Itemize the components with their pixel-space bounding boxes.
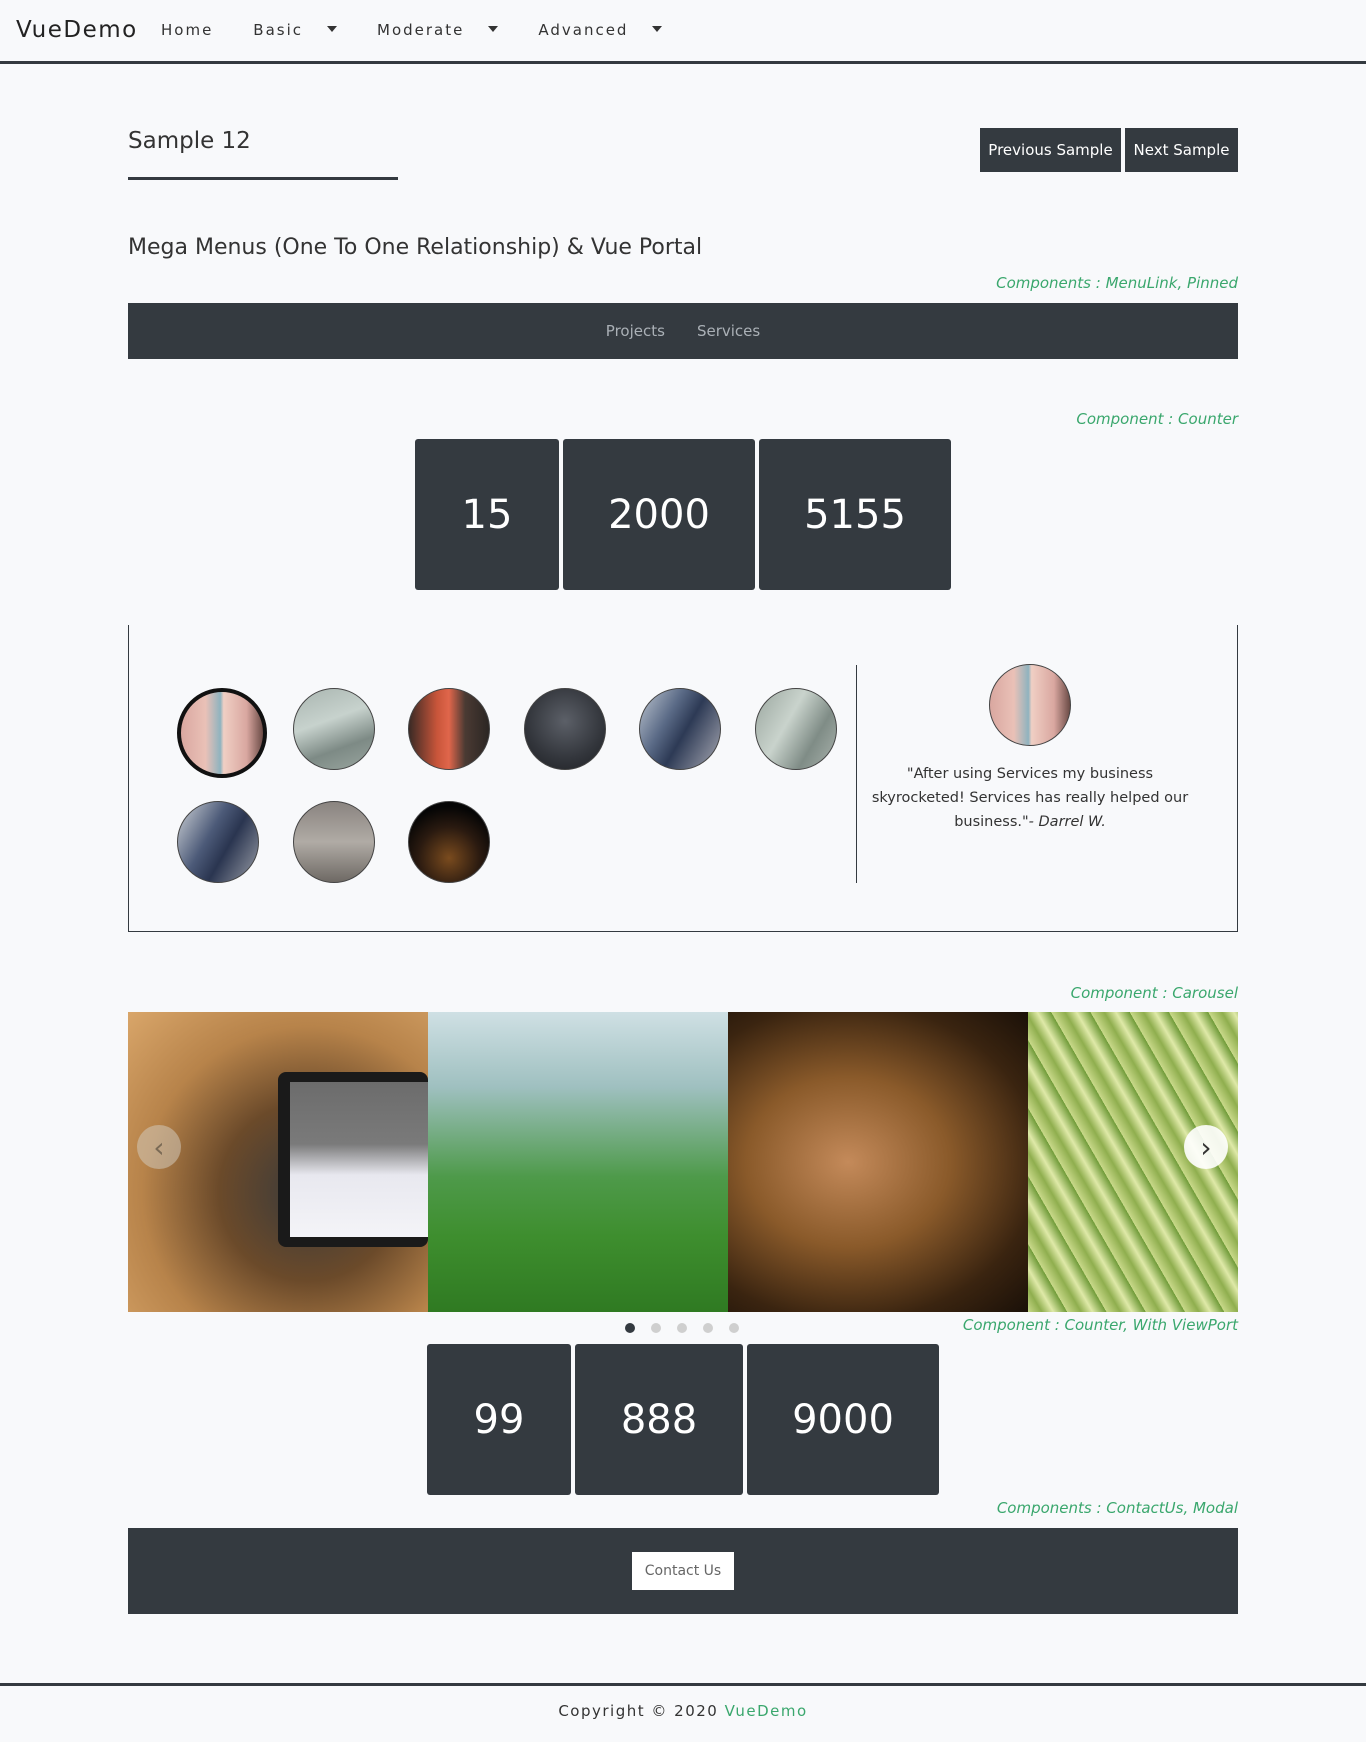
carousel-slide-phone: [728, 1012, 1028, 1312]
chevron-left-icon: ‹: [153, 1130, 165, 1164]
carousel-indicators: [625, 1323, 739, 1333]
mega-menu-services[interactable]: Services: [697, 322, 760, 340]
mega-menu-projects[interactable]: Projects: [606, 322, 665, 340]
counter-value: 2000: [608, 491, 710, 538]
top-navbar: VueDemo Home Basic Moderate Advanced: [0, 0, 1366, 64]
caret-down-icon: [327, 26, 338, 32]
counter-box: 9000: [747, 1344, 939, 1495]
footer-brand-link[interactable]: VueDemo: [725, 1702, 808, 1720]
nav-home-label: Home: [161, 21, 214, 39]
component-label-menulink: Components : MenuLink, Pinned: [996, 274, 1238, 292]
caret-down-icon: [652, 26, 663, 32]
brand-logo[interactable]: VueDemo: [16, 17, 138, 43]
tablet-image: [278, 1072, 428, 1247]
caret-down-icon: [488, 26, 499, 32]
component-label-carousel: Component : Carousel: [1070, 984, 1238, 1002]
contact-us-button[interactable]: Contact Us: [632, 1552, 734, 1590]
testimonial-avatar[interactable]: [293, 688, 375, 770]
footer-divider: [0, 1683, 1366, 1686]
carousel-dot[interactable]: [703, 1323, 713, 1333]
carousel-prev-button[interactable]: ‹: [137, 1125, 181, 1169]
testimonial-avatar[interactable]: [408, 688, 490, 770]
tablet-screen: [290, 1082, 428, 1237]
next-sample-button[interactable]: Next Sample: [1125, 128, 1238, 172]
sample-title: Sample 12: [128, 128, 251, 154]
testimonial-avatar[interactable]: [408, 801, 490, 883]
nav-moderate[interactable]: Moderate: [377, 21, 518, 39]
counter-value: 5155: [804, 491, 906, 538]
carousel-dot[interactable]: [651, 1323, 661, 1333]
nav-links: Home Basic Moderate Advanced: [161, 21, 702, 39]
carousel-next-button[interactable]: ›: [1184, 1125, 1228, 1169]
counter-value: 9000: [792, 1396, 894, 1443]
footer: Copyright © 2020 VueDemo: [0, 1702, 1366, 1720]
testimonial-avatar[interactable]: [639, 688, 721, 770]
title-underline: [128, 177, 398, 180]
testimonial-avatar[interactable]: [177, 688, 267, 778]
previous-sample-button[interactable]: Previous Sample: [980, 128, 1121, 172]
quote-author: - Darrel W.: [1028, 814, 1106, 830]
testimonial-avatar[interactable]: [293, 801, 375, 883]
carousel-dot[interactable]: [729, 1323, 739, 1333]
image-carousel[interactable]: [128, 1012, 1238, 1312]
carousel-dot[interactable]: [677, 1323, 687, 1333]
testimonial-avatar[interactable]: [755, 688, 837, 770]
nav-advanced-label: Advanced: [538, 21, 629, 39]
carousel-dot[interactable]: [625, 1323, 635, 1333]
component-label-counter-viewport: Component : Counter, With ViewPort: [962, 1316, 1238, 1334]
section-title: Mega Menus (One To One Relationship) & V…: [128, 235, 703, 260]
nav-home[interactable]: Home: [161, 21, 233, 39]
counter-box: 99: [427, 1344, 571, 1495]
counter-box: 15: [415, 439, 559, 590]
selected-testimonial-avatar: [989, 664, 1071, 746]
counter-box: 5155: [759, 439, 951, 590]
counter-box: 2000: [563, 439, 755, 590]
testimonial-quote: "After using Services my business skyroc…: [870, 762, 1190, 834]
footer-copyright: Copyright © 2020: [558, 1702, 719, 1720]
component-label-contactus: Components : ContactUs, Modal: [996, 1499, 1238, 1517]
counter-value: 15: [461, 491, 513, 538]
nav-moderate-label: Moderate: [377, 21, 465, 39]
counter-value: 888: [620, 1396, 698, 1443]
testimonial-divider: [856, 665, 857, 883]
testimonial-avatar[interactable]: [177, 801, 259, 883]
mega-menu-bar: Projects Services: [128, 303, 1238, 359]
counter-value: 99: [473, 1396, 525, 1443]
nav-advanced[interactable]: Advanced: [538, 21, 682, 39]
component-label-counter: Component : Counter: [1076, 410, 1238, 428]
chevron-right-icon: ›: [1200, 1130, 1212, 1164]
counter-box: 888: [575, 1344, 743, 1495]
nav-basic[interactable]: Basic: [253, 21, 357, 39]
nav-basic-label: Basic: [253, 21, 304, 39]
testimonial-avatar[interactable]: [524, 688, 606, 770]
carousel-slide-landscape: [428, 1012, 728, 1312]
